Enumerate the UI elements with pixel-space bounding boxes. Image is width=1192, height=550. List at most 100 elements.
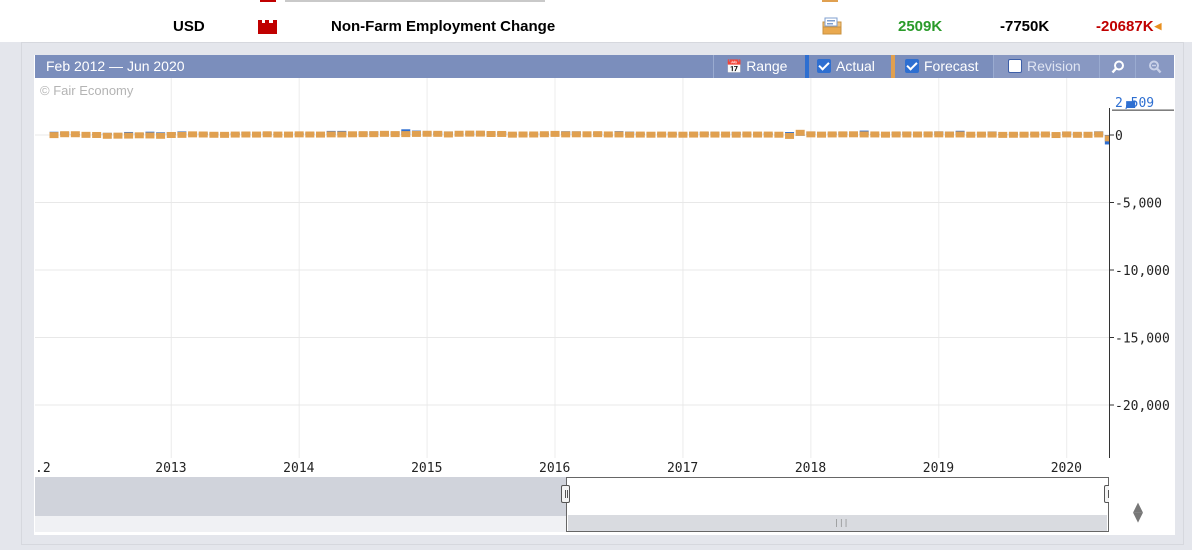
forecast-marker xyxy=(880,131,890,138)
forecast-marker xyxy=(1062,131,1072,138)
forecast-toggle[interactable]: Forecast xyxy=(891,55,993,78)
revision-toggle-label: Revision xyxy=(1027,58,1081,74)
forecast-marker xyxy=(422,130,432,137)
forecast-marker xyxy=(156,132,166,139)
revision-arrow-icon: ◀ xyxy=(1154,21,1162,31)
calendar-icon: 📅 xyxy=(726,59,743,74)
forecast-marker xyxy=(507,131,517,138)
navigator-scrollbar[interactable]: ||| xyxy=(568,515,1107,531)
forecast-marker xyxy=(923,131,933,138)
forecast-marker xyxy=(1040,131,1050,138)
forecast-marker xyxy=(785,132,795,139)
forecast-marker xyxy=(294,131,304,138)
x-tick-label: 2020 xyxy=(1051,461,1082,476)
actual-toggle-label: Actual xyxy=(836,58,875,74)
revision-checkbox[interactable] xyxy=(1008,59,1022,73)
forecast-marker xyxy=(955,131,965,138)
forecast-marker xyxy=(252,131,262,138)
forecast-marker xyxy=(113,132,123,139)
previous-row-partial xyxy=(285,0,545,2)
forecast-marker xyxy=(699,131,709,138)
forecast-marker xyxy=(390,131,400,138)
latest-value-label: 2,509 xyxy=(1115,96,1154,111)
actual-toggle[interactable]: Actual xyxy=(805,55,891,78)
forecast-marker xyxy=(358,131,368,138)
forecast-marker xyxy=(411,130,421,137)
resize-updown-icon[interactable]: ▲ ▼ xyxy=(1133,501,1143,524)
copyright-label: © Fair Economy xyxy=(40,83,134,98)
forecast-checkbox[interactable] xyxy=(905,59,919,73)
revision-toggle[interactable]: Revision xyxy=(993,55,1099,78)
forecast-marker xyxy=(849,131,858,138)
range-button-label: Range xyxy=(746,58,788,74)
forecast-marker xyxy=(124,132,134,139)
forecast-toggle-label: Forecast xyxy=(924,58,979,74)
previous-value-text: -20687K xyxy=(1096,18,1154,35)
forecast-marker xyxy=(486,130,496,137)
x-tick-label: 2015 xyxy=(411,461,442,476)
navigator-track[interactable] xyxy=(35,516,566,532)
y-tick-label: -10,000 xyxy=(1115,264,1170,279)
forecast-marker xyxy=(976,131,986,138)
forecast-marker xyxy=(966,131,976,138)
navigator-left-handle[interactable] xyxy=(561,485,570,503)
x-tick-label: 2018 xyxy=(795,461,826,476)
detail-folder-icon[interactable] xyxy=(822,17,842,35)
forecast-marker xyxy=(284,131,294,138)
forecast-marker xyxy=(1072,131,1082,138)
impact-icon-partial xyxy=(260,0,276,2)
zoom-out-button[interactable] xyxy=(1135,55,1174,78)
currency-cell: USD xyxy=(173,18,205,35)
forecast-marker xyxy=(625,131,635,138)
previous-value: -20687K◀ xyxy=(1096,18,1161,35)
high-impact-folder-icon[interactable] xyxy=(258,20,277,34)
forecast-marker xyxy=(198,131,208,138)
event-title[interactable]: Non-Farm Employment Change xyxy=(331,18,555,35)
forecast-marker xyxy=(646,131,656,138)
forecast-marker xyxy=(166,131,176,138)
scrollbar-grip-icon: ||| xyxy=(834,518,849,527)
forecast-marker xyxy=(497,130,507,137)
forecast-marker xyxy=(721,131,731,138)
forecast-marker xyxy=(827,131,837,138)
actual-value: 2509K xyxy=(898,18,943,35)
range-button[interactable]: 📅 Range xyxy=(713,55,805,78)
forecast-marker xyxy=(667,131,677,138)
date-range-label: Feb 2012 — Jun 2020 xyxy=(46,58,185,74)
forecast-marker xyxy=(987,131,997,138)
forecast-marker xyxy=(571,131,581,138)
forecast-marker xyxy=(902,131,912,138)
navigator-unselected-area[interactable] xyxy=(35,477,566,516)
forecast-marker xyxy=(912,131,922,138)
forecast-marker xyxy=(465,130,475,137)
forecast-marker xyxy=(614,131,624,138)
x-tick-label: 2014 xyxy=(283,461,314,476)
y-tick-label: 0 xyxy=(1115,129,1123,144)
forecast-marker xyxy=(795,129,805,136)
forecast-marker xyxy=(657,131,667,138)
actual-checkbox[interactable] xyxy=(817,59,831,73)
forecast-marker xyxy=(944,131,954,138)
navigator-selection[interactable]: ||| xyxy=(566,477,1109,532)
forecast-marker xyxy=(550,130,560,137)
forecast-marker xyxy=(529,131,539,138)
forecast-marker xyxy=(603,131,613,138)
forecast-marker xyxy=(689,131,699,138)
forecast-marker xyxy=(443,131,453,138)
calendar-row: USD Non-Farm Employment Change 2509K -77… xyxy=(0,0,1192,42)
x-tick-label: .2 xyxy=(35,461,51,476)
forecast-marker xyxy=(710,131,720,138)
forecast-marker xyxy=(326,131,336,138)
forecast-marker xyxy=(561,131,571,138)
forecast-marker xyxy=(316,131,325,138)
forecast-marker xyxy=(539,131,549,138)
forecast-marker xyxy=(593,131,603,138)
forecast-marker xyxy=(454,130,464,137)
forecast-marker xyxy=(806,131,816,138)
range-navigator[interactable]: ||| xyxy=(35,477,1113,532)
forecast-marker xyxy=(209,131,219,138)
forecast-marker xyxy=(145,132,155,139)
forecast-marker xyxy=(220,131,230,138)
zoom-in-button[interactable] xyxy=(1099,55,1135,78)
y-tick-label: -5,000 xyxy=(1115,197,1162,212)
